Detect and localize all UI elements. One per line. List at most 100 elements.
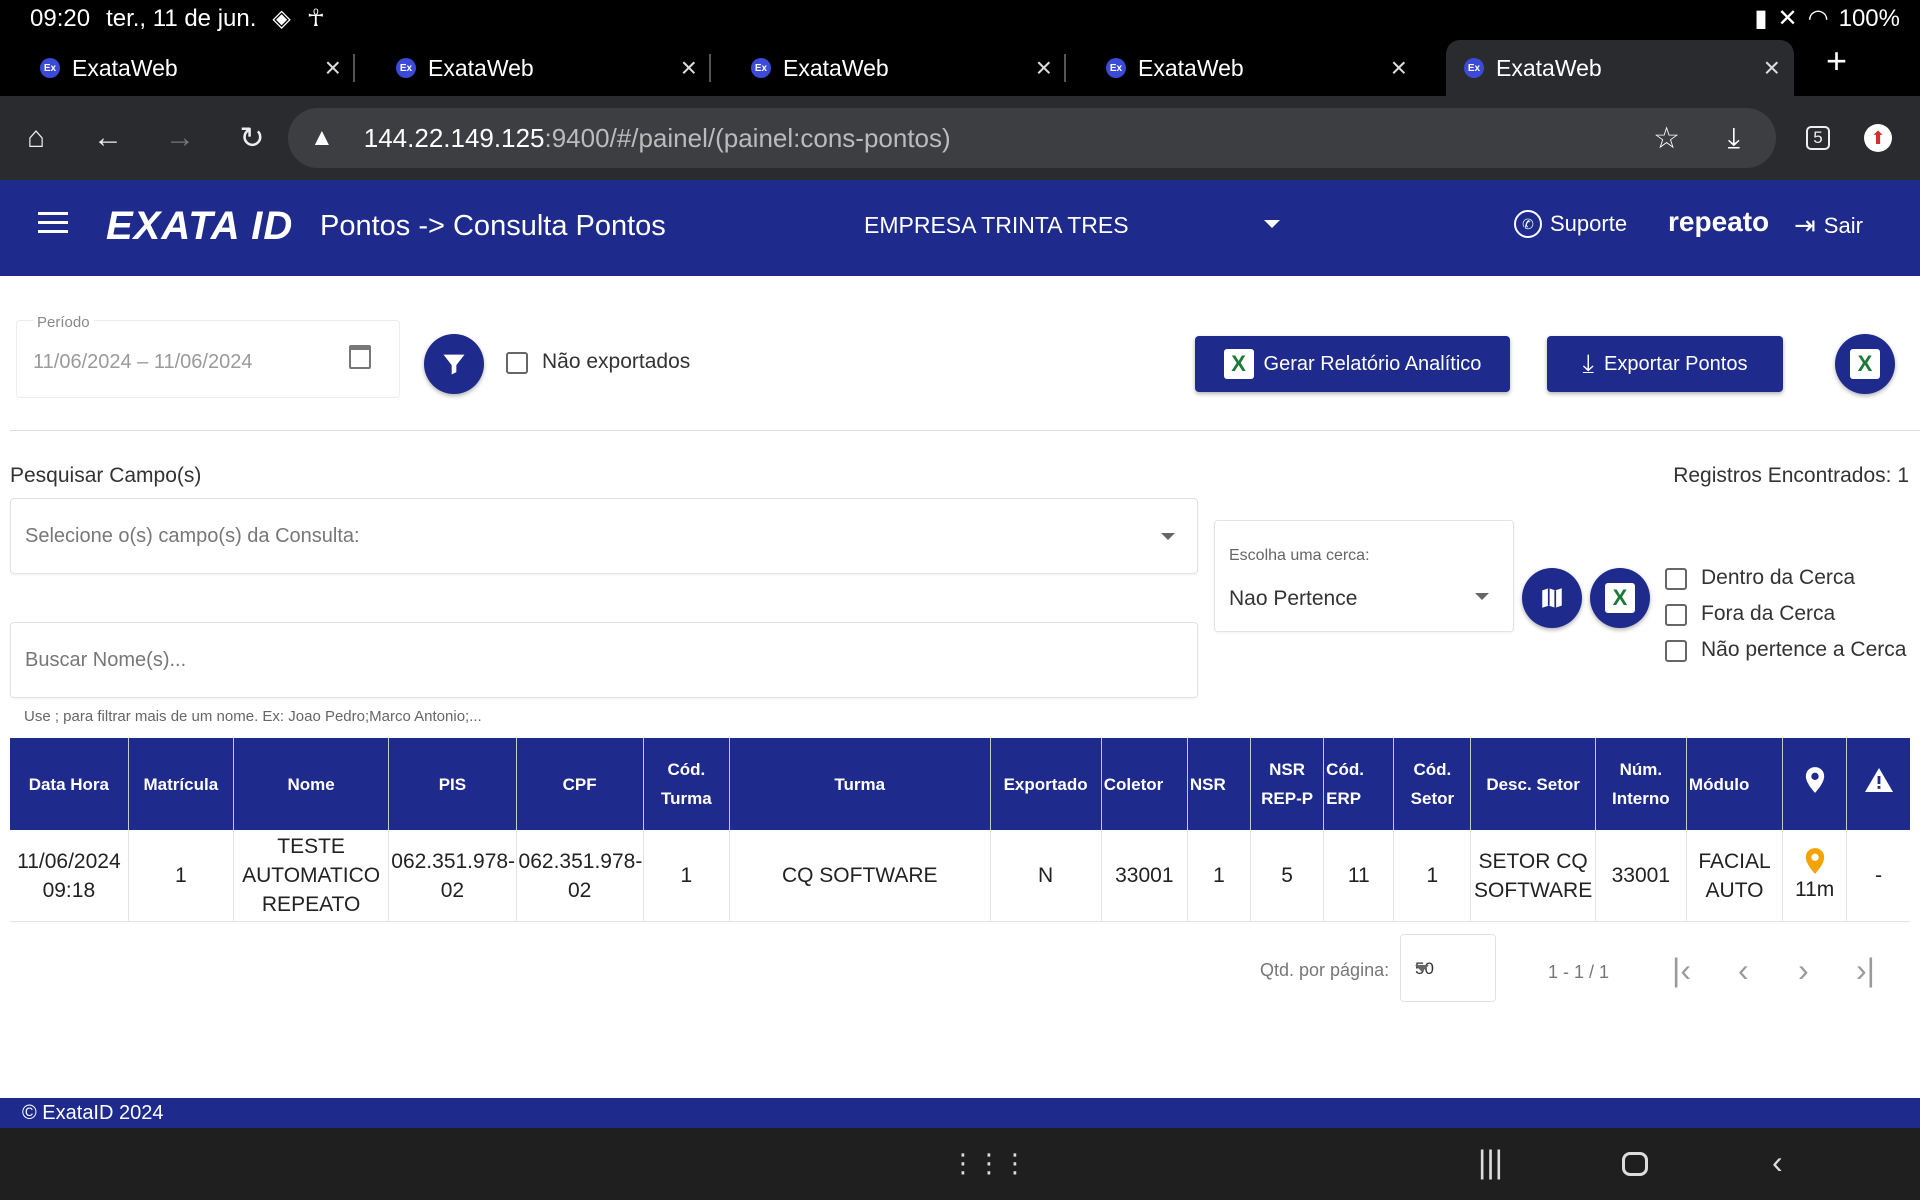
close-tab-icon[interactable]: × [1036, 52, 1052, 84]
app-drawer-icon[interactable]: ⋮⋮⋮ [950, 1148, 1028, 1179]
company-select[interactable]: EMPRESA TRINTA TRES [864, 212, 1129, 239]
map-button[interactable] [1522, 568, 1582, 628]
cell-exportado: N [990, 830, 1102, 922]
previous-page-icon[interactable]: ‹ [1738, 952, 1749, 989]
back-nav-icon[interactable]: ‹ [1772, 1144, 1783, 1181]
period-value[interactable]: 11/06/2024 – 11/06/2024 [33, 351, 252, 374]
excel-fence-button[interactable]: X [1590, 568, 1650, 628]
cell-nome: TESTE AUTOMATICO REPEATO [233, 830, 390, 922]
table-row[interactable]: 11/06/2024 09:18 1 TESTE AUTOMATICO REPE… [10, 830, 1910, 922]
forward-icon[interactable]: → [158, 116, 202, 160]
col-cpf[interactable]: CPF [516, 738, 644, 830]
col-nome[interactable]: Nome [233, 738, 390, 830]
col-exportado[interactable]: Exportado [990, 738, 1102, 830]
nao-exportados-label: Não exportados [542, 350, 691, 373]
tab-title: ExataWeb [1496, 54, 1602, 81]
exportar-pontos-button[interactable]: ⤓ Exportar Pontos [1547, 336, 1783, 392]
col-pis[interactable]: PIS [388, 738, 517, 830]
col-matricula[interactable]: Matrícula [128, 738, 234, 830]
profile-update-icon[interactable]: ⬆ [1856, 116, 1900, 160]
first-page-icon[interactable]: |‹ [1672, 952, 1691, 989]
col-nsr-rep-p[interactable]: NSR REP-P [1250, 738, 1325, 830]
query-fields-select[interactable]: Selecione o(s) campo(s) da Consulta: [10, 498, 1198, 574]
logout-button[interactable]: ⇥ Sair [1794, 210, 1863, 241]
address-bar[interactable]: ▲ 144.22.149.125 :9400/#/painel/(painel:… [288, 108, 1776, 168]
home-icon[interactable]: ⌂ [14, 116, 58, 160]
last-page-icon[interactable]: ›| [1856, 952, 1875, 989]
reload-icon[interactable]: ↻ [230, 116, 274, 160]
not-secure-icon[interactable]: ▲ [310, 124, 334, 152]
excel-export-button[interactable]: X [1835, 334, 1895, 394]
period-date-range[interactable]: Período 11/06/2024 – 11/06/2024 [16, 314, 400, 398]
location-distance: 11m [1795, 878, 1835, 901]
bookmark-star-icon[interactable]: ☆ [1653, 121, 1680, 156]
col-modulo[interactable]: Módulo [1686, 738, 1784, 830]
close-tab-icon[interactable]: × [1391, 52, 1407, 84]
new-tab-icon[interactable]: + [1826, 40, 1847, 82]
browser-tab-strip: Ex ExataWeb × Ex ExataWeb × Ex ExataWeb … [0, 36, 1920, 96]
col-cod-turma[interactable]: Cód. Turma [643, 738, 730, 830]
points-table: Data Hora Matrícula Nome PIS CPF Cód. Tu… [10, 738, 1910, 922]
excel-icon: X [1223, 349, 1254, 379]
page-size-label: Qtd. por página: [1260, 960, 1390, 980]
nao-pertence-cerca-label: Não pertence a Cerca [1701, 638, 1907, 661]
excel-icon: X [1605, 583, 1635, 613]
status-time: 09:20 [30, 4, 91, 32]
page-size-select[interactable]: 50 [1400, 934, 1496, 1002]
dentro-cerca-checkbox[interactable] [1665, 568, 1687, 590]
search-names-input[interactable]: Buscar Nome(s)... [10, 622, 1198, 698]
col-desc-setor[interactable]: Desc. Setor [1470, 738, 1596, 830]
chevron-down-icon [1415, 965, 1429, 972]
home-nav-icon[interactable] [1622, 1152, 1648, 1176]
col-location[interactable] [1782, 738, 1848, 830]
download-icon[interactable]: ⤓ [1728, 122, 1740, 155]
col-cod-setor[interactable]: Cód. Setor [1393, 738, 1472, 830]
browser-tab[interactable]: Ex ExataWeb × [1066, 40, 1421, 96]
url-path: :9400/#/painel/(painel:cons-pontos) [544, 122, 951, 153]
fence-select[interactable]: Escolha uma cerca: Nao Pertence [1214, 520, 1514, 632]
browser-tab-active[interactable]: Ex ExataWeb × [1446, 40, 1794, 96]
filter-button[interactable] [424, 334, 484, 394]
nao-pertence-cerca-checkbox[interactable] [1665, 640, 1687, 662]
gerar-relatorio-button[interactable]: X Gerar Relatório Analítico [1195, 336, 1510, 392]
hamburger-menu-icon[interactable] [38, 212, 68, 236]
company-dropdown-icon[interactable] [1264, 220, 1280, 228]
app-header: EXATA ID Pontos -> Consulta Pontos EMPRE… [0, 180, 1920, 276]
cell-desc-setor: SETOR CQ SOFTWARE [1470, 830, 1596, 922]
excel-icon: X [1850, 349, 1880, 379]
close-tab-icon[interactable]: × [1764, 52, 1780, 84]
calendar-icon[interactable] [349, 345, 371, 369]
col-warning[interactable] [1846, 738, 1910, 830]
cell-location[interactable]: 11m [1782, 830, 1848, 922]
col-turma[interactable]: Turma [729, 738, 991, 830]
col-data-hora[interactable]: Data Hora [10, 738, 129, 830]
chevron-down-icon [1475, 593, 1489, 600]
records-found: Registros Encontrados: 1 [1673, 464, 1909, 487]
nao-exportados-checkbox[interactable] [506, 352, 528, 374]
browser-tab[interactable]: Ex ExataWeb × [356, 40, 711, 96]
browser-tab[interactable]: Ex ExataWeb × [0, 40, 355, 96]
col-nsr[interactable]: NSR [1187, 738, 1252, 830]
col-coletor[interactable]: Coletor [1101, 738, 1188, 830]
browser-tab[interactable]: Ex ExataWeb × [711, 40, 1066, 96]
next-page-icon[interactable]: › [1798, 952, 1809, 989]
location-pin-icon [1805, 766, 1824, 793]
col-cod-erp[interactable]: Cód. ERP [1323, 738, 1395, 830]
col-num-interno[interactable]: Núm. Interno [1595, 738, 1687, 830]
back-icon[interactable]: ← [86, 116, 130, 160]
fora-cerca-checkbox[interactable] [1665, 604, 1687, 626]
close-tab-icon[interactable]: × [681, 52, 697, 84]
data-saver-icon: ◈ [272, 5, 291, 32]
tab-switcher-icon[interactable]: 5 [1796, 116, 1840, 160]
location-pin-icon[interactable] [1804, 847, 1826, 875]
cell-nsr: 1 [1187, 830, 1252, 922]
mute-icon: ✕ [1777, 5, 1798, 32]
cell-modulo: FACIAL AUTO [1686, 830, 1784, 922]
recent-apps-icon[interactable]: ||| [1478, 1144, 1503, 1181]
support-button[interactable]: ✆ Suporte [1514, 210, 1627, 238]
close-tab-icon[interactable]: × [325, 52, 341, 84]
user-name: repeato [1668, 206, 1770, 237]
chevron-down-icon [1161, 533, 1175, 540]
fora-cerca-label: Fora da Cerca [1701, 602, 1836, 625]
support-label: Suporte [1550, 211, 1628, 236]
